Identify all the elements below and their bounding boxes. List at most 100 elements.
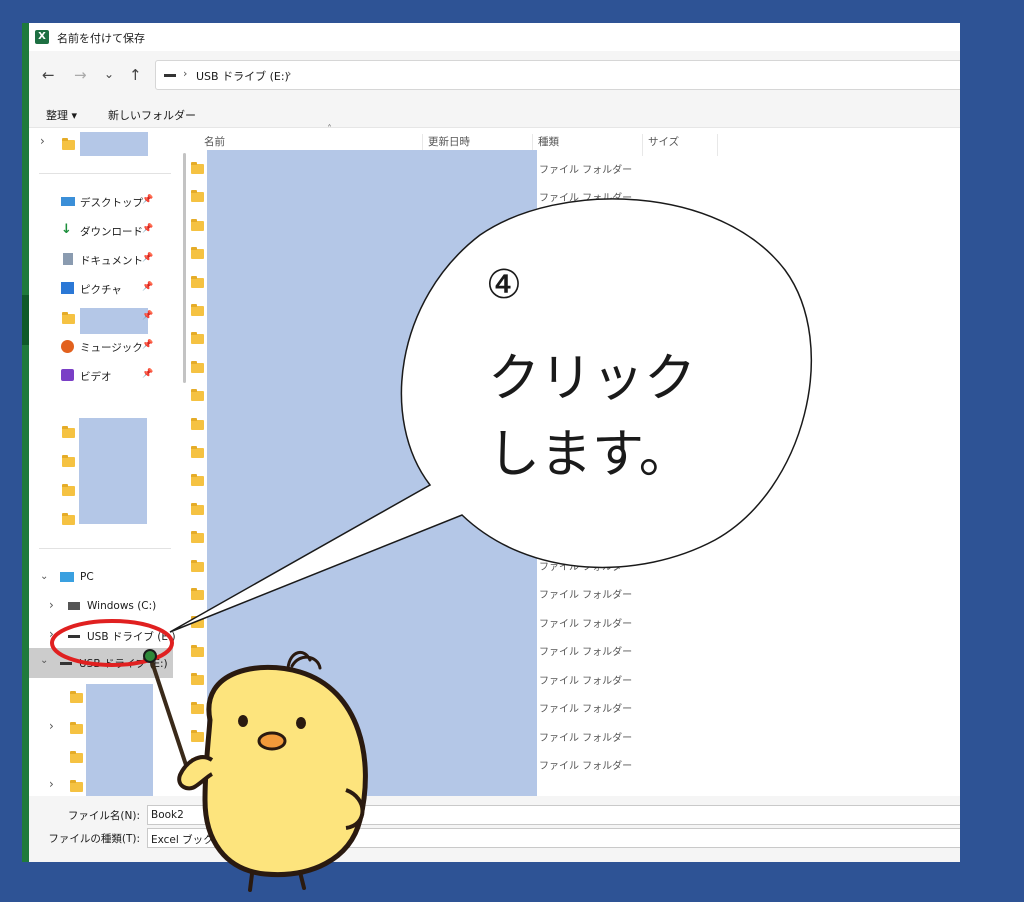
redacted-folder-names xyxy=(79,418,147,524)
new-folder-button[interactable]: 新しいフォルダー xyxy=(108,107,196,123)
folder-icon xyxy=(191,758,204,771)
sidebar-item-label: Windows (C:) xyxy=(87,600,157,612)
folder-icon xyxy=(62,426,75,438)
column-header-size[interactable]: サイズ xyxy=(643,134,718,156)
forward-arrow-icon[interactable]: → xyxy=(74,66,87,84)
sidebar-item-usb-drive[interactable]: › USB ドライブ (E:) xyxy=(29,624,176,648)
sidebar-item-label: USB ドライブ (E:) xyxy=(87,631,176,643)
folder-icon xyxy=(191,275,204,288)
folder-icon xyxy=(70,691,83,703)
folder-icon xyxy=(62,455,75,467)
chevron-right-icon[interactable]: › xyxy=(49,719,54,733)
sidebar-item-redacted-folder[interactable]: 📌 xyxy=(29,306,173,334)
filename-label: ファイル名(N): xyxy=(67,810,140,822)
organize-button[interactable]: 整理 ▾ xyxy=(46,107,77,123)
step-number: ④ xyxy=(486,262,522,308)
music-icon xyxy=(61,340,74,353)
address-bar[interactable]: › USB ドライブ (E:) › xyxy=(155,60,960,90)
folder-icon xyxy=(191,531,204,544)
folder-icon xyxy=(191,247,204,260)
folder-icon xyxy=(191,446,204,458)
chevron-right-icon[interactable]: › xyxy=(49,777,54,791)
chick-foot-right xyxy=(298,870,306,890)
chevron-right-icon[interactable]: › xyxy=(49,627,54,641)
dialog-title: 名前を付けて保存 xyxy=(57,32,145,45)
usb-drive-icon xyxy=(164,74,176,77)
breadcrumb-usb-drive[interactable]: USB ドライブ (E:) xyxy=(196,68,289,84)
sidebar-item-desktop[interactable]: デスクトップ 📌 xyxy=(29,190,173,214)
video-icon xyxy=(61,369,74,381)
folder-icon xyxy=(191,190,204,203)
breadcrumb-separator[interactable]: › xyxy=(183,67,187,80)
sidebar-item-label: ドキュメント xyxy=(80,255,143,267)
window-accent-bar xyxy=(22,23,29,862)
pin-icon[interactable]: 📌 xyxy=(142,311,153,321)
sidebar-item-pc[interactable]: ⌄ PC xyxy=(29,566,173,590)
chevron-right-icon[interactable]: › xyxy=(40,134,45,148)
file-type-cell: ファイル フォルダー xyxy=(539,193,633,204)
file-type-cell: ファイル フォルダー xyxy=(539,562,633,573)
column-header-type[interactable]: 種類 xyxy=(533,134,643,156)
pin-icon[interactable]: 📌 xyxy=(142,282,153,292)
sidebar-item-music[interactable]: ミュージック 📌 xyxy=(29,335,173,359)
back-arrow-icon[interactable]: ← xyxy=(42,66,55,84)
sidebar-item-downloads[interactable]: ↓ ダウンロード 📌 xyxy=(29,219,173,243)
chevron-down-icon[interactable]: ⌄ xyxy=(40,571,48,582)
desktop-icon xyxy=(61,197,75,206)
usb-drive-icon xyxy=(68,635,80,638)
pin-icon[interactable]: 📌 xyxy=(142,369,153,379)
folder-icon xyxy=(70,780,83,792)
folder-icon xyxy=(70,722,83,734)
nav-pane-scrollbar[interactable] xyxy=(183,153,186,383)
divider xyxy=(39,173,171,174)
folder-icon xyxy=(191,218,204,231)
filetype-select[interactable]: Excel ブック xyxy=(147,828,960,848)
redacted-subfolders xyxy=(86,684,153,796)
file-type-cell: ファイル フォルダー xyxy=(539,676,633,687)
navigation-pane: › デスクトップ 📌 ↓ ダウンロード 📌 ドキュメント 📌 ピクチャ 📌 📌 … xyxy=(29,128,176,796)
redacted-label xyxy=(80,308,148,334)
chevron-down-icon[interactable]: ⌄ xyxy=(40,655,48,666)
folder-icon xyxy=(191,417,204,430)
pin-icon[interactable]: 📌 xyxy=(142,253,153,263)
up-arrow-icon[interactable]: ↑ xyxy=(129,66,142,84)
file-type-cell: ファイル フォルダー xyxy=(539,704,633,715)
sidebar-item-redacted-folder[interactable]: › xyxy=(29,131,173,156)
column-header-label: 更新日時 xyxy=(428,136,470,148)
filetype-label: ファイルの種類(T): xyxy=(48,833,140,845)
usb-drive-icon xyxy=(60,662,72,665)
save-options-panel: ファイル名(N): Book2 ファイルの種類(T): Excel ブック xyxy=(29,796,960,862)
folder-icon xyxy=(191,701,204,714)
sidebar-item-pictures[interactable]: ピクチャ 📌 xyxy=(29,277,173,301)
folder-icon xyxy=(191,673,204,686)
window-accent-mark xyxy=(22,295,29,345)
column-header-label: 種類 xyxy=(538,136,559,148)
document-icon xyxy=(63,253,73,265)
filename-input[interactable]: Book2 xyxy=(147,805,960,825)
breadcrumb-separator[interactable]: › xyxy=(287,67,291,80)
folder-icon xyxy=(191,304,204,316)
sidebar-item-videos[interactable]: ビデオ 📌 xyxy=(29,364,173,388)
chevron-right-icon[interactable]: › xyxy=(49,598,54,612)
pin-icon[interactable]: 📌 xyxy=(142,195,153,205)
sidebar-item-usb-drive-selected[interactable]: ⌄ USB ドライブ (E:) xyxy=(29,648,173,678)
recent-locations-icon[interactable]: ⌄ xyxy=(104,67,114,81)
file-type-cell: ファイル フォルダー xyxy=(539,647,633,658)
file-type-cell: ファイル フォルダー xyxy=(539,619,633,630)
sidebar-item-documents[interactable]: ドキュメント 📌 xyxy=(29,248,173,272)
pin-icon[interactable]: 📌 xyxy=(142,340,153,350)
command-bar: 整理 ▾ 新しいフォルダー xyxy=(29,99,960,128)
computer-icon xyxy=(60,572,74,582)
sidebar-item-label: PC xyxy=(80,571,94,583)
pin-icon[interactable]: 📌 xyxy=(142,224,153,234)
folder-icon xyxy=(191,474,204,487)
pictures-icon xyxy=(61,282,74,294)
chick-foot-left xyxy=(248,872,254,892)
excel-icon: X xyxy=(35,30,49,44)
title-bar: X 名前を付けて保存 xyxy=(29,23,960,51)
folder-icon xyxy=(62,484,75,496)
folder-icon xyxy=(191,332,204,345)
sidebar-item-label: ミュージック xyxy=(80,342,143,354)
column-header-label: サイズ xyxy=(648,136,680,148)
sidebar-item-windows-drive[interactable]: › Windows (C:) xyxy=(29,595,173,619)
